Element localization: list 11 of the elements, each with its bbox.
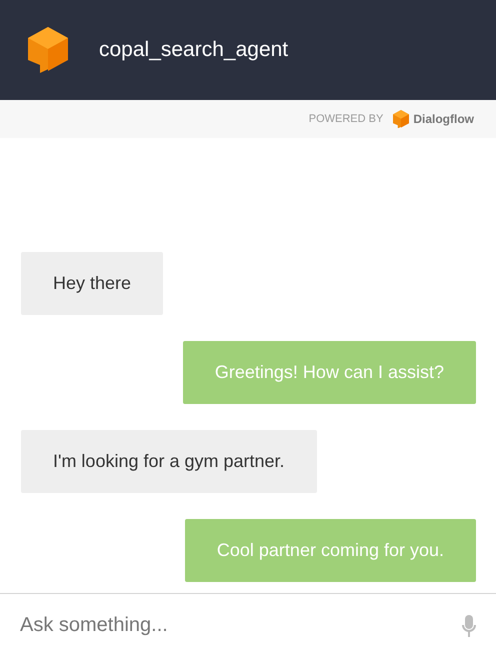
microphone-icon[interactable]	[462, 614, 476, 636]
message-bubble: Cool partner coming for you.	[184, 519, 476, 582]
message-bubble: I'm looking for a gym partner.	[21, 430, 317, 493]
logo-icon	[28, 27, 68, 73]
powered-by-label: POWERED BY	[308, 113, 384, 125]
window-title: copal_search_agent	[99, 38, 288, 62]
message-input[interactable]: Ask something...	[20, 614, 462, 637]
brand-name: Dialogflow	[413, 112, 474, 126]
brand-logo-icon	[393, 110, 410, 128]
message-bubble: Greetings! How can I assist?	[182, 341, 476, 404]
message-bubble: Hey there	[21, 252, 164, 315]
